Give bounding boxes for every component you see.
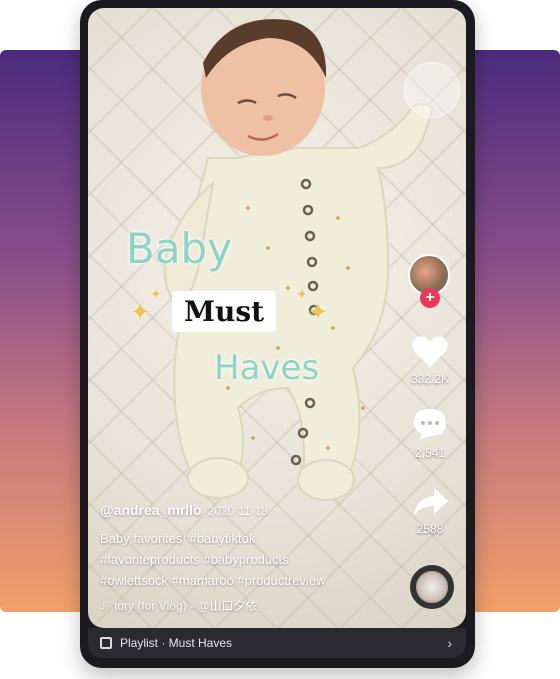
comments-count: 2,541: [414, 446, 446, 460]
playlist-bar[interactable]: Playlist · Must Haves ›: [88, 628, 466, 658]
likes-count: 332.2K: [410, 372, 450, 386]
heart-icon[interactable]: [410, 334, 450, 370]
playlist-icon: [100, 637, 112, 649]
music-disc-icon[interactable]: [410, 565, 454, 609]
phone-frame: Baby ✦ ✦ Must ✦ ✦ Haves @andrea_mrllo 202…: [80, 0, 475, 668]
floating-bubble: [404, 62, 460, 118]
caption-text: Baby favorites! #babytiktok #favoritepro…: [100, 528, 400, 591]
post-date: 2020-11-18: [207, 504, 269, 518]
music-track[interactable]: ♪ tory (for Vlog) - @山口夕依: [100, 597, 400, 614]
follow-plus-icon[interactable]: +: [420, 288, 440, 308]
music-note-icon: ♪: [100, 598, 106, 613]
chevron-right-icon[interactable]: ›: [447, 635, 452, 651]
caption-line[interactable]: #owlettsock #mamaroo #productreview: [100, 570, 400, 591]
comment-icon[interactable]: [410, 406, 450, 442]
share-icon[interactable]: [410, 484, 450, 520]
playlist-label: Playlist · Must Haves: [120, 636, 233, 650]
music-track-text: tory (for Vlog) - @山口夕依: [114, 599, 258, 613]
author-username[interactable]: @andrea_mrllo: [100, 502, 202, 518]
caption-line[interactable]: Baby favorites! #babytiktok: [100, 528, 400, 549]
shares-count: 2588: [416, 522, 444, 536]
author-line: @andrea_mrllo 2020-11-18: [100, 502, 400, 518]
video-caption: @andrea_mrllo 2020-11-18 Baby favorites! …: [100, 502, 400, 614]
caption-line[interactable]: #favoriteproducts #babyproducts: [100, 549, 400, 570]
